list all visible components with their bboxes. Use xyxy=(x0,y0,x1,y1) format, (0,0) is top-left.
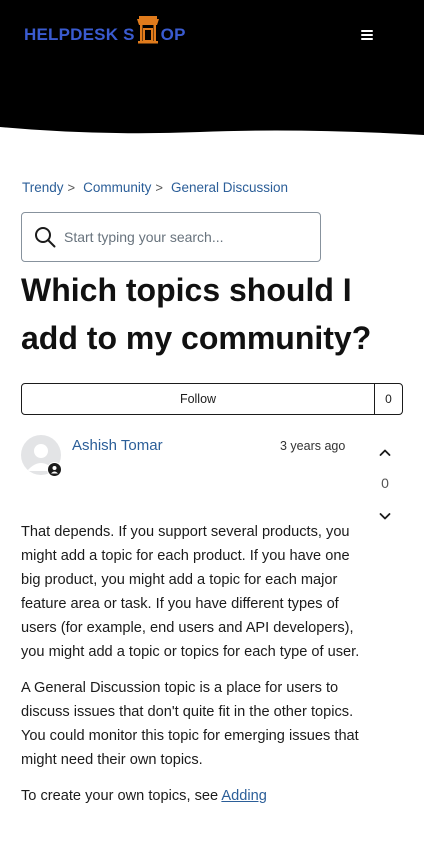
agent-badge xyxy=(47,462,62,477)
hamburger-menu-button[interactable] xyxy=(356,26,378,44)
chevron-down-icon xyxy=(379,513,391,520)
logo-text-left: HELPDESK S xyxy=(24,25,135,44)
post-body: That depends. If you support several pro… xyxy=(21,520,361,820)
post-paragraph-text: To create your own topics, see xyxy=(21,788,222,804)
logo-text-right: OP xyxy=(160,25,186,44)
post-title: Which topics should I add to my communit… xyxy=(21,272,372,356)
breadcrumb: Trendy > Community > General Discussion xyxy=(22,180,288,195)
post-paragraph: A General Discussion topic is a place fo… xyxy=(21,680,359,768)
author-link[interactable]: Ashish Tomar xyxy=(72,437,163,454)
site-header: HELPDESK S OP xyxy=(0,0,424,140)
search-icon xyxy=(35,227,56,248)
follow-button[interactable]: Follow xyxy=(22,384,374,414)
post-paragraph-last: To create your own topics, see Adding xyxy=(21,784,361,808)
search-input[interactable] xyxy=(64,229,294,245)
follow-count: 0 xyxy=(374,384,402,414)
user-badge-icon xyxy=(48,463,61,476)
upvote-button[interactable] xyxy=(376,444,394,462)
follow-control: Follow 0 xyxy=(21,383,403,415)
breadcrumb-separator: > xyxy=(155,180,163,195)
site-logo[interactable]: HELPDESK S OP xyxy=(24,16,186,52)
breadcrumb-general-discussion[interactable]: General Discussion xyxy=(171,180,288,195)
breadcrumb-separator: > xyxy=(67,180,76,195)
post-paragraph: That depends. If you support several pro… xyxy=(21,524,360,660)
vote-count: 0 xyxy=(381,475,389,491)
post-timestamp: 3 years ago xyxy=(280,439,346,453)
hamburger-icon xyxy=(361,30,373,32)
chevron-up-icon xyxy=(379,449,391,456)
search-box[interactable] xyxy=(21,212,321,262)
adding-link[interactable]: Adding xyxy=(221,788,266,804)
shop-icon xyxy=(136,14,160,46)
downvote-button[interactable] xyxy=(376,507,394,525)
breadcrumb-trendy[interactable]: Trendy xyxy=(22,180,64,195)
breadcrumb-community[interactable]: Community xyxy=(83,180,151,195)
